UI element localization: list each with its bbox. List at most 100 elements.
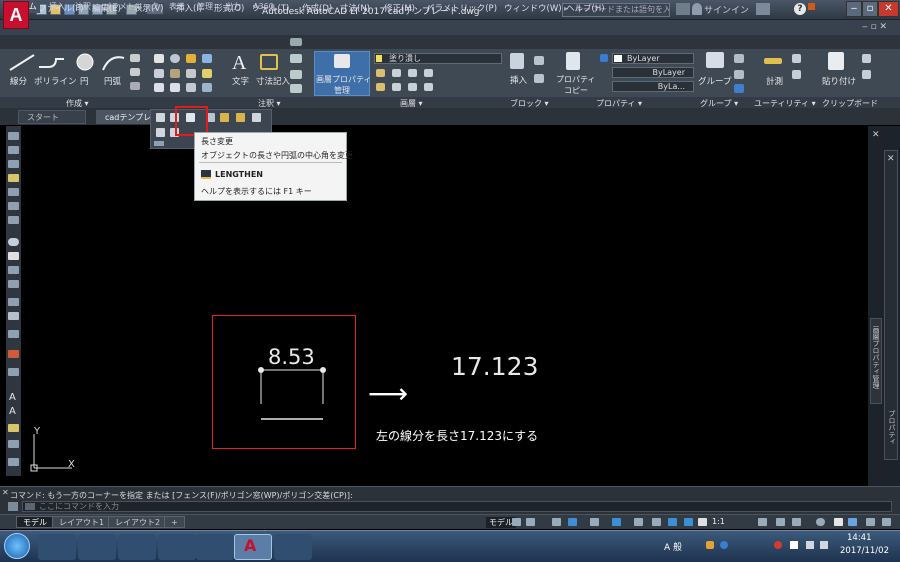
stretch-icon[interactable] — [154, 83, 164, 92]
menu-modify[interactable]: 修正(M) — [384, 2, 415, 14]
transparency-icon[interactable] — [652, 518, 661, 526]
flyout-tool-5[interactable] — [236, 113, 245, 122]
taskbar-app-icon[interactable] — [158, 534, 196, 560]
measure-icon[interactable] — [764, 58, 782, 64]
menu-help[interactable]: ヘルプ(H) — [566, 2, 605, 14]
layer-tool-icon-7[interactable] — [408, 83, 417, 91]
block-create-icon[interactable] — [534, 56, 544, 65]
target-length[interactable]: 17.123 — [451, 352, 538, 381]
isolate-icon[interactable] — [816, 518, 825, 526]
match-properties-icon[interactable] — [566, 52, 580, 70]
group-select-icon[interactable] — [734, 84, 744, 93]
clock-date[interactable]: 2017/11/02 — [840, 546, 889, 556]
text-tool-label[interactable]: 文字 — [232, 75, 249, 87]
hardware-accel-icon[interactable] — [834, 518, 843, 526]
plus-icon[interactable] — [776, 518, 785, 526]
rectangle-icon[interactable] — [130, 54, 140, 62]
start-button-icon[interactable] — [4, 533, 30, 559]
flyout-tool-1[interactable] — [156, 113, 165, 122]
palette-tool-11[interactable] — [8, 298, 19, 306]
insert-tool-label[interactable]: 挿入 — [510, 74, 527, 86]
linear-dim-icon[interactable] — [290, 54, 302, 63]
taskbar-ie-icon[interactable] — [196, 534, 234, 560]
tab-output[interactable]: 出力 — [222, 1, 244, 13]
layer-tool-icon-6[interactable] — [392, 83, 401, 91]
fillet-icon[interactable] — [186, 69, 196, 78]
close-button[interactable]: ✕ — [878, 1, 899, 17]
menu-window[interactable]: ウィンドウ(W) — [504, 2, 562, 14]
layer-tool-icon-8[interactable] — [424, 83, 433, 91]
palette-mtext-icon[interactable]: A — [9, 406, 16, 417]
ungroup-icon[interactable] — [734, 54, 744, 63]
dimensioned-line[interactable] — [256, 364, 330, 424]
clock-time[interactable]: 14:41 — [847, 533, 872, 543]
mirror-icon[interactable] — [170, 69, 180, 78]
layer-tool-icon-3[interactable] — [408, 69, 417, 77]
annotation-autoscale-icon[interactable] — [684, 518, 693, 526]
match-properties-label-1[interactable]: プロパティ — [556, 74, 596, 85]
menu-dimension[interactable]: 寸法(N) — [340, 2, 370, 14]
doc-tab-template[interactable]: cadテンプレート — [96, 110, 152, 124]
layout-tab-add[interactable]: + — [164, 516, 185, 528]
status-fullscreen-icon[interactable] — [866, 518, 875, 526]
linetype-dropdown[interactable]: ByLayer — [612, 67, 694, 78]
layer-tool-icon-4[interactable] — [424, 69, 433, 77]
ime-indicator[interactable]: A 般 — [664, 540, 682, 553]
polar-icon[interactable] — [568, 518, 577, 526]
isodraft-icon[interactable] — [590, 518, 599, 526]
circle-tool-label[interactable]: 円 — [80, 75, 89, 87]
palette-text-icon[interactable]: A — [9, 392, 16, 403]
palette-circle-icon[interactable] — [8, 238, 19, 246]
doc-window-controls[interactable]: ‒ ▫ ✕ — [862, 22, 887, 32]
region-icon[interactable] — [130, 82, 140, 90]
taskbar-explorer-icon[interactable] — [78, 534, 116, 560]
paste-tool-label[interactable]: 貼り付け — [822, 75, 856, 87]
layer-tool-icon-2[interactable] — [392, 69, 401, 77]
line-icon[interactable] — [8, 52, 38, 72]
ortho-icon[interactable] — [552, 518, 561, 526]
palette-tool-1[interactable] — [8, 132, 19, 140]
snap-icon[interactable] — [526, 518, 535, 526]
palette-tool-4[interactable] — [8, 174, 19, 182]
lineweight-dropdown[interactable]: ByLa... — [612, 81, 694, 92]
flyout-tool-7[interactable] — [156, 128, 165, 137]
line-tool-label[interactable]: 線分 — [10, 75, 27, 87]
taskbar-chrome-icon[interactable] — [118, 534, 156, 560]
measure-tool-label[interactable]: 計測 — [766, 75, 783, 87]
layout-tab-1[interactable]: レイアウト1 — [52, 516, 112, 528]
binoculars-icon[interactable] — [676, 3, 690, 15]
flyout-tool-6[interactable] — [252, 113, 261, 122]
command-wrench-icon[interactable] — [8, 502, 18, 511]
palette-tool-12[interactable] — [8, 312, 19, 320]
tab-insert[interactable]: 挿入 — [46, 1, 68, 13]
color-dropdown[interactable]: ByLayer — [612, 53, 694, 64]
palette-tool-7[interactable] — [8, 216, 19, 224]
doc-tab-start[interactable]: スタート — [18, 110, 86, 124]
palette-tool-13[interactable] — [8, 330, 19, 338]
dimension-tool-label[interactable]: 寸法記入 — [256, 75, 290, 87]
block-edit-icon[interactable] — [534, 74, 544, 83]
command-close-icon[interactable]: ✕ — [2, 488, 9, 497]
flyout-tool-4[interactable] — [220, 113, 229, 122]
group-icon[interactable] — [706, 52, 724, 68]
palette-tool-17[interactable] — [8, 440, 19, 448]
tray-network-icon[interactable] — [820, 541, 828, 549]
tab-annotate[interactable]: 注釈 — [72, 1, 94, 13]
layer-dropdown[interactable]: 塗り潰し — [374, 53, 502, 64]
dimension-icon[interactable] — [260, 54, 278, 70]
layout-tab-2[interactable]: レイアウト2 — [108, 516, 168, 528]
group-edit-icon[interactable] — [734, 70, 744, 79]
layer-tool-icon-1[interactable] — [376, 69, 385, 77]
palette-tool-9[interactable] — [8, 266, 19, 274]
flyout-pin-icon[interactable] — [154, 141, 164, 146]
group-tool-label[interactable]: グループ — [698, 75, 732, 87]
palette-tool-18[interactable] — [8, 458, 19, 466]
palette-close-icon-2[interactable]: ✕ — [887, 154, 895, 164]
status-menu-icon[interactable] — [882, 518, 891, 526]
table-icon[interactable] — [290, 84, 302, 93]
cut-icon[interactable] — [862, 54, 871, 63]
minimize-button[interactable]: ‒ — [846, 1, 862, 17]
arc-icon[interactable] — [100, 52, 126, 74]
units-icon[interactable] — [792, 518, 801, 526]
exchange-icon[interactable] — [756, 3, 770, 15]
